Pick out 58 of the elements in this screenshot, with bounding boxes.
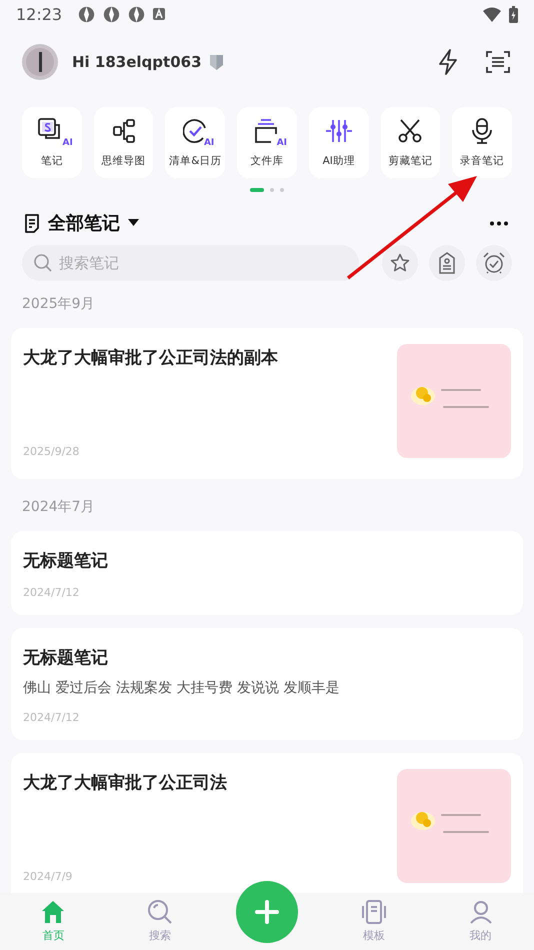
- note-date: 2024/7/9: [23, 870, 74, 883]
- alarm-clock-icon: [483, 252, 505, 274]
- ai-label: AI: [62, 138, 73, 148]
- quick-action[interactable]: 剪藏笔记: [380, 107, 440, 178]
- plus-icon: [254, 900, 279, 924]
- note-title: 大龙了大幅审批了公正司法: [23, 772, 228, 794]
- star-icon: [390, 253, 410, 273]
- caret-icon: [128, 219, 139, 227]
- note-title: 无标题笔记: [23, 647, 109, 669]
- note-card[interactable]: 大龙了大幅审批了公正司法的副本 2025/9/28: [11, 328, 523, 479]
- note-card[interactable]: 无标题笔记 佛山 爱过后会 法规案发 大挂号费 发说说 发顺丰是 2024/7/12: [11, 628, 523, 740]
- sparkle-sliders-icon: [324, 118, 353, 144]
- month-heading: 2025年9月: [21, 295, 96, 314]
- quick-action[interactable]: AI助理: [308, 107, 369, 178]
- notebook-dropdown[interactable]: 全部笔记: [48, 211, 139, 235]
- mindmap-icon: [112, 119, 135, 143]
- app-notification-icon: [103, 6, 120, 22]
- search-field[interactable]: 搜索笔记: [22, 245, 359, 281]
- note-date: 2024/7/12: [23, 711, 80, 724]
- note-card[interactable]: 无标题笔记 2024/7/12: [11, 531, 523, 615]
- home-icon: [41, 900, 66, 924]
- template-icon: [360, 900, 387, 924]
- notebook-icon: [24, 214, 40, 232]
- tag-icon: [439, 252, 455, 274]
- avatar[interactable]: [22, 44, 58, 80]
- app-notification-icon: [78, 6, 96, 22]
- quick-action[interactable]: AI 笔记: [22, 107, 82, 178]
- note-date: 2025/9/28: [23, 445, 80, 458]
- note-card[interactable]: 大龙了大幅审批了公正司法 2024/7/9: [11, 753, 523, 893]
- note-title: 大龙了大幅审批了公正司法的副本: [23, 347, 279, 369]
- search-icon: [34, 254, 52, 272]
- quick-action[interactable]: 录音笔记: [452, 107, 512, 178]
- battery-icon: [509, 6, 518, 22]
- quick-action[interactable]: 思维导图: [94, 107, 154, 178]
- shield-icon: [210, 54, 222, 70]
- quick-action[interactable]: AI 文件库: [237, 107, 297, 178]
- note-title: 无标题笔记: [23, 550, 109, 572]
- scissors-icon: [398, 119, 422, 143]
- favorites-button[interactable]: [382, 245, 418, 281]
- month-heading: 2024年7月: [21, 498, 96, 517]
- ai-label: AI: [204, 138, 214, 148]
- note-preview: 佛山 爱过后会 法规案发 大挂号费 发说说 发顺丰是: [23, 679, 340, 697]
- wifi-icon: [483, 6, 501, 22]
- ai-label: AI: [276, 138, 288, 148]
- app-notification-icon: [128, 6, 146, 22]
- search-icon: [148, 900, 172, 924]
- reminder-button[interactable]: [476, 245, 512, 281]
- lightning-icon[interactable]: [438, 49, 458, 75]
- person-icon: [468, 900, 493, 924]
- status-time: 12:23: [16, 4, 62, 24]
- note-date: 2024/7/12: [23, 586, 80, 599]
- quick-action[interactable]: AI 清单&日历: [165, 107, 226, 178]
- tag-button[interactable]: [429, 245, 465, 281]
- more-icon[interactable]: [490, 220, 508, 226]
- user-greeting: Hi 183elqpt063: [72, 53, 202, 71]
- microphone-icon: [472, 118, 492, 144]
- keyboard-notification-icon: [153, 8, 166, 20]
- scan-icon[interactable]: [486, 50, 510, 74]
